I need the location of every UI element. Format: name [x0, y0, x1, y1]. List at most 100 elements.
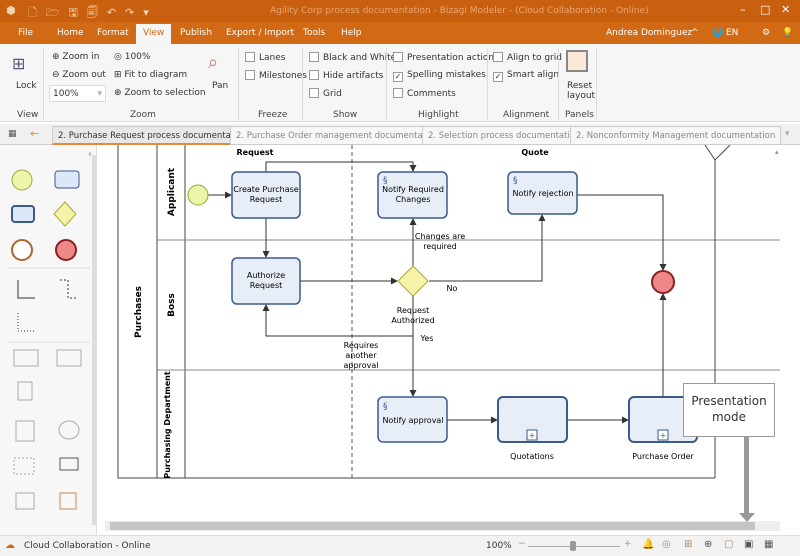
data-object-tool[interactable] [17, 381, 33, 401]
lane-label-applicant[interactable]: Applicant [167, 167, 177, 216]
close-button[interactable]: ✕ [781, 3, 790, 16]
task-tool[interactable] [54, 170, 80, 189]
zoom-icon[interactable]: ⊕ [704, 539, 712, 550]
maximize-button[interactable]: □ [760, 3, 770, 16]
subprocess-quotations[interactable]: + Quotations [497, 396, 568, 461]
document-tool[interactable] [15, 420, 35, 442]
minimize-button[interactable]: – [740, 3, 746, 16]
zoom-level-select[interactable]: 100% ▾ [49, 85, 106, 102]
diagram-map-icon[interactable]: ▦ [8, 129, 17, 139]
align-to-grid-checkbox[interactable]: Align to grid [493, 52, 562, 63]
menu-export-import[interactable]: Export / Import [226, 28, 294, 38]
language-selector[interactable]: EN [726, 28, 738, 38]
lane-label-purchasing[interactable]: Purchasing Department [163, 371, 172, 478]
subprocess-tool[interactable] [11, 205, 35, 223]
fit-icon: ⊞ [114, 70, 125, 80]
svg-text:+: + [529, 431, 536, 440]
tab-purchase-request[interactable]: 2. Purchase Request process documentatio… [52, 126, 254, 145]
quick-access-toolbar[interactable]: 🗋🗁🖫🗐↶↷▾ [28, 4, 158, 23]
milestone-request[interactable]: Request [236, 148, 273, 157]
group-tool[interactable] [13, 457, 35, 475]
end-event[interactable] [651, 270, 675, 294]
pool-label[interactable]: Purchases [134, 286, 144, 338]
lanes-checkbox[interactable]: Lanes [245, 52, 285, 63]
smart-align-checkbox[interactable]: ✓ Smart align [493, 70, 559, 82]
task-notify-approval[interactable]: § Notify approval [377, 396, 448, 443]
lightbulb-icon[interactable]: 💡 [782, 28, 793, 38]
collapse-ribbon-icon[interactable]: ^ [691, 28, 699, 38]
start-event-tool[interactable] [11, 169, 33, 191]
tabs-dropdown-icon[interactable]: ▾ [785, 129, 790, 139]
gateway-tool[interactable] [53, 201, 77, 227]
end-event-tool[interactable] [55, 239, 77, 261]
zoom-in-button[interactable]: ⊕ Zoom in [52, 52, 99, 62]
task-authorize-request[interactable]: AuthorizeRequest [231, 257, 301, 305]
task-create-purchase-request[interactable]: Create PurchaseRequest [231, 171, 301, 219]
back-arrow-icon[interactable]: ← [30, 127, 39, 140]
comments-checkbox[interactable]: Comments [393, 88, 456, 99]
pan-button[interactable]: Pan [212, 81, 228, 91]
tab-selection-process[interactable]: 2. Selection process documentation [422, 126, 587, 145]
overview-icon[interactable]: ▢ [724, 539, 733, 550]
message-flow-tool[interactable] [60, 279, 78, 299]
menu-format[interactable]: Format [97, 28, 129, 38]
svg-text:Purchase Order: Purchase Order [632, 452, 694, 461]
scrollbar-thumb[interactable] [110, 522, 755, 530]
diagram-map-icon[interactable]: ▦ [764, 539, 773, 550]
sequence-flow-tool[interactable] [17, 280, 35, 299]
black-white-checkbox[interactable]: Black and White [309, 52, 396, 63]
menu-file[interactable]: File [18, 28, 33, 38]
zoom-slider-thumb[interactable] [570, 541, 576, 551]
annotation-tool[interactable] [59, 457, 79, 471]
menu-publish[interactable]: Publish [180, 28, 212, 38]
lane-tool[interactable] [56, 349, 82, 367]
svg-text:required: required [423, 242, 457, 251]
grid-checkbox[interactable]: Grid [309, 88, 342, 99]
horizontal-scrollbar[interactable] [105, 521, 780, 531]
zoom-selection-icon: ⊕ [114, 88, 125, 98]
svg-text:Changes: Changes [396, 195, 431, 204]
menu-help[interactable]: Help [341, 28, 362, 38]
user-name[interactable]: Andrea Dominguez [606, 28, 692, 38]
zoom-minus-button[interactable]: − [518, 539, 526, 549]
milestones-checkbox[interactable]: Milestones [245, 70, 307, 81]
task-notify-rejection[interactable]: § Notify rejection [507, 171, 578, 215]
zoom-100-button[interactable]: ◎ 100% [114, 52, 150, 62]
zoom-to-selection-button[interactable]: ⊕ Zoom to selection [114, 88, 206, 98]
tab-nonconformity[interactable]: 2. Nonconformity Management documentatio… [570, 126, 782, 145]
intermediate-event-tool[interactable] [11, 239, 33, 261]
shapes-palette: ‹ [0, 145, 97, 535]
lane-label-boss[interactable]: Boss [167, 293, 177, 317]
presentation-actions-checkbox[interactable]: Presentation actions [393, 52, 499, 63]
menu-home[interactable]: Home [57, 28, 84, 38]
vertical-scrollbar[interactable]: ▴ [775, 148, 783, 520]
lock-button[interactable]: Lock [16, 81, 37, 91]
pool-tool[interactable] [13, 349, 39, 367]
zoom-out-button[interactable]: ⊖ Zoom out [52, 70, 106, 80]
start-event[interactable] [187, 184, 209, 206]
menu-view[interactable]: View [136, 24, 172, 44]
globe-icon[interactable]: 🌐 [712, 28, 723, 38]
fit-diagram-icon[interactable]: ⊞ [684, 539, 692, 550]
gateway[interactable] [397, 265, 429, 297]
target-icon[interactable]: ◎ [662, 539, 671, 550]
tab-purchase-order[interactable]: 2. Purchase Order management documentati… [230, 126, 445, 145]
svg-text:Notify rejection: Notify rejection [512, 189, 573, 198]
spelling-mistakes-checkbox[interactable]: ✓ Spelling mistakes [393, 70, 486, 82]
association-tool[interactable] [17, 313, 35, 332]
notification-bell-icon[interactable]: 🔔 [642, 539, 654, 550]
header-tool[interactable] [59, 492, 77, 510]
image-tool[interactable] [15, 492, 35, 510]
hide-artifacts-checkbox[interactable]: Hide artifacts [309, 70, 383, 81]
fit-to-diagram-button[interactable]: ⊞ Fit to diagram [114, 70, 187, 80]
data-store-tool[interactable] [58, 420, 80, 440]
milestone-quote[interactable]: Quote [521, 148, 549, 157]
reset-layout-button[interactable]: Reset layout [567, 81, 595, 101]
task-notify-required-changes[interactable]: § Notify RequiredChanges [377, 171, 448, 219]
settings-icon[interactable]: ⚙ [762, 28, 770, 38]
diagram-canvas[interactable]: Request Quote Purchases Applicant Boss P… [105, 144, 780, 520]
zoom-plus-button[interactable]: + [624, 539, 632, 549]
palette-scrollbar[interactable] [92, 155, 97, 525]
menu-tools[interactable]: Tools [303, 28, 325, 38]
presentation-mode-icon[interactable]: ▣ [744, 539, 753, 550]
